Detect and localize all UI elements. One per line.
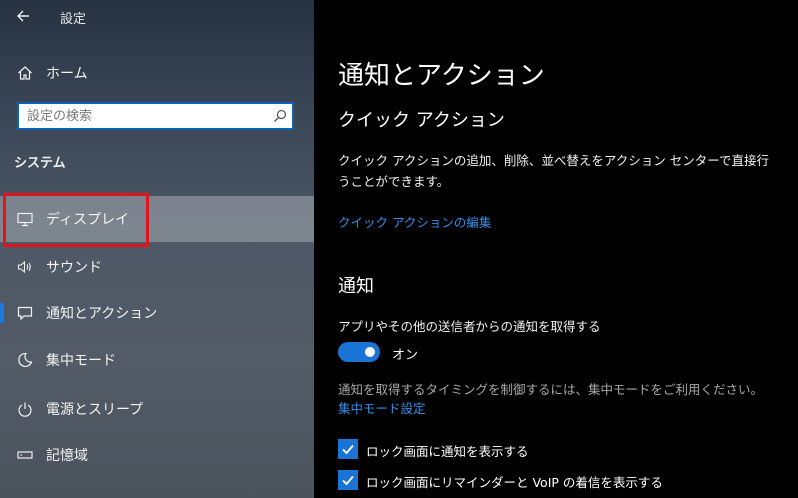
sidebar: 設定 ホーム システム [0, 0, 314, 498]
sidebar-item-storage[interactable]: 記憶域 [0, 432, 314, 478]
checkmark-icon [342, 444, 354, 455]
speaker-icon [15, 257, 35, 277]
moon-icon [15, 350, 35, 370]
search-icon[interactable] [273, 109, 287, 123]
main-content: 通知とアクション クイック アクション クイック アクションの追加、削除、並べ替… [314, 0, 798, 498]
sidebar-item-label: ホーム [46, 66, 88, 82]
sidebar-item-label: 集中モード [46, 353, 116, 369]
lock-screen-notifications-checkbox[interactable] [338, 439, 358, 459]
power-icon [15, 399, 35, 419]
search-input[interactable] [27, 106, 267, 126]
sidebar-item-label: 記憶域 [46, 448, 88, 464]
sidebar-item-home[interactable]: ホーム [0, 56, 314, 90]
search-box[interactable] [17, 102, 294, 130]
get-notifications-label: アプリやその他の送信者からの通知を取得する [338, 319, 601, 334]
highlight-annotation-box [3, 193, 149, 247]
app-title: 設定 [60, 12, 87, 27]
edit-quick-actions-link[interactable]: クイック アクションの編集 [338, 212, 491, 231]
sidebar-item-notifications[interactable]: 通知とアクション [0, 290, 314, 336]
checkmark-icon [342, 475, 354, 486]
quick-actions-description: クイック アクションの追加、削除、並べ替えをアクション センターで直接行うことが… [338, 153, 769, 189]
toggle-knob [365, 347, 375, 357]
storage-icon [15, 445, 35, 465]
toggle-state-label: オン [392, 348, 419, 363]
active-indicator [0, 303, 4, 323]
back-arrow-icon [17, 10, 29, 22]
quick-actions-heading: クイック アクション [338, 110, 505, 131]
lock-screen-notifications-label: ロック画面に通知を表示する [366, 444, 529, 459]
home-icon [15, 63, 35, 83]
page-title: 通知とアクション [338, 61, 545, 91]
sidebar-item-label: 通知とアクション [46, 306, 158, 322]
notifications-toggle[interactable] [338, 342, 380, 362]
sidebar-item-sound[interactable]: サウンド [0, 244, 314, 290]
focus-assist-settings-link[interactable]: 集中モード設定 [338, 398, 426, 417]
settings-window: 設定 ホーム システム [0, 0, 798, 498]
section-label-system: システム [14, 156, 66, 171]
sidebar-item-focus-assist[interactable]: 集中モード [0, 337, 314, 383]
title-bar: 設定 [0, 0, 314, 34]
message-icon [15, 303, 35, 323]
lock-screen-reminders-label: ロック画面にリマインダーと VoIP の着信を表示する [366, 475, 663, 490]
focus-assist-hint: 通知を取得するタイミングを制御するには、集中モードをご利用ください。 [338, 382, 764, 397]
lock-screen-reminders-checkbox[interactable] [338, 470, 358, 490]
back-button[interactable] [10, 4, 38, 28]
notifications-heading: 通知 [338, 276, 374, 297]
sidebar-item-power-sleep[interactable]: 電源とスリープ [0, 386, 314, 432]
sidebar-item-label: サウンド [46, 260, 102, 276]
sidebar-item-label: 電源とスリープ [46, 402, 144, 418]
